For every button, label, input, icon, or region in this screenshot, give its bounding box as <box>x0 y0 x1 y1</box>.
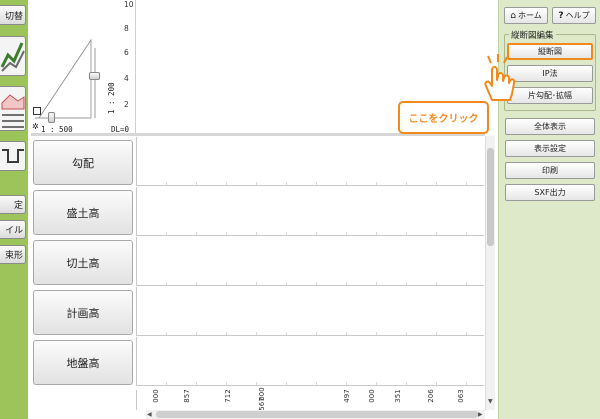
button-label: SXF出力 <box>534 188 566 197</box>
row-button-fill-height[interactable]: 盛土高 <box>33 190 133 235</box>
settings-button-label: 定 <box>13 201 23 211</box>
sxf-export-button[interactable]: SXF出力 <box>505 184 595 201</box>
scroll-left-icon[interactable]: ◀ <box>147 411 152 418</box>
vertical-scrollbar[interactable]: ▼ <box>485 136 495 410</box>
group-title: 縦断図編集 <box>509 29 556 41</box>
help-icon: ? <box>558 10 564 21</box>
cross-section-icon[interactable] <box>0 86 26 131</box>
app-window: 切替 定 イル 束形 ✲ 1: 500 DL=0 1: 200 10 8 6… <box>0 0 600 419</box>
row-button-planned-height[interactable]: 計画高 <box>33 290 133 335</box>
button-label: 縦断図 <box>538 47 562 56</box>
y-tick-label: 4 <box>124 74 129 83</box>
y-tick-label: 2 <box>124 100 129 109</box>
station-label: 712 <box>224 389 232 403</box>
row-button-ground-height[interactable]: 地盤高 <box>33 340 133 385</box>
left-toolbar: 切替 定 イル 束形 <box>0 0 28 419</box>
home-icon: ⌂ <box>510 10 516 21</box>
callout-text: ここをクリック <box>408 114 479 125</box>
vertical-scroll-thumb[interactable] <box>487 148 494 246</box>
row-label: 盛土高 <box>66 206 100 220</box>
display-settings-button[interactable]: 表示設定 <box>505 140 595 157</box>
scroll-right-icon[interactable]: ▶ <box>478 411 483 418</box>
row-button-cut-height[interactable]: 切土高 <box>33 240 133 285</box>
home-button[interactable]: ⌂ ホーム <box>504 7 548 24</box>
scroll-down-icon[interactable]: ▼ <box>488 398 493 405</box>
row-button-gradient[interactable]: 勾配 <box>33 140 133 185</box>
row-cell-ground-height <box>136 337 484 386</box>
click-here-callout: ここをクリック <box>398 101 489 134</box>
row-cell-cut-height <box>136 237 484 286</box>
y-tick-label: 8 <box>124 24 129 33</box>
switch-button[interactable]: 切替 <box>0 5 26 25</box>
station-label: 351 <box>394 389 402 403</box>
station-label: 063 <box>457 389 465 403</box>
y-tick-label: 6 <box>124 48 129 57</box>
fit-icon[interactable] <box>33 107 41 115</box>
station-label: 857 <box>183 389 191 403</box>
horizontal-scale-slider[interactable] <box>48 112 55 123</box>
station-label: 000 <box>368 389 376 403</box>
file-button[interactable]: イル <box>0 220 26 239</box>
superelevation-widening-button[interactable]: 片勾配･拡幅 <box>507 87 593 104</box>
profile-drawing-button[interactable]: 縦断図 <box>507 43 593 60</box>
row-label: 計画高 <box>66 306 100 320</box>
settings-button[interactable]: 定 <box>0 195 26 214</box>
button-label: 印刷 <box>542 166 558 175</box>
vertical-scale-slider[interactable] <box>89 72 100 80</box>
row-label: 勾配 <box>72 156 94 170</box>
show-all-button[interactable]: 全体表示 <box>505 118 595 135</box>
help-button[interactable]: ? ヘルプ <box>552 7 596 24</box>
help-button-label: ヘルプ <box>565 11 590 20</box>
profile-chart-icon[interactable] <box>0 36 26 76</box>
row-label: 地盤高 <box>66 356 100 370</box>
pointing-hand-icon <box>484 54 516 101</box>
switch-button-label: 切替 <box>4 11 23 22</box>
y-tick-label: 10 <box>124 0 134 9</box>
row-label: 切土高 <box>66 256 100 270</box>
gear-icon[interactable]: ✲ <box>32 122 39 131</box>
bundle-shape-button[interactable]: 束形 <box>0 245 26 264</box>
vertical-scale-label: 1 : 200 <box>107 82 116 114</box>
home-button-label: ホーム <box>517 11 542 20</box>
row-cell-gradient <box>136 137 484 186</box>
button-label: 片勾配･拡幅 <box>528 91 572 100</box>
bundle-shape-button-label: 束形 <box>4 251 23 261</box>
scale-preview: ✲ 1 : 500 DL=0 1 : 200 <box>31 0 135 135</box>
horizontal-scrollbar[interactable]: ◀ ▶ <box>146 410 485 419</box>
row-cell-planned-height <box>136 287 484 336</box>
button-label: 全体表示 <box>534 122 566 131</box>
horizontal-scroll-thumb[interactable] <box>156 411 478 418</box>
row-cell-fill-height <box>136 187 484 236</box>
station-label: 206 <box>427 389 435 403</box>
structure-icon[interactable] <box>0 141 26 171</box>
station-axis: 000 857 712 000 567 497 000 351 206 063 <box>136 387 484 411</box>
file-button-label: イル <box>4 226 23 236</box>
station-label: 000 <box>152 389 160 403</box>
button-label: IP法 <box>542 69 558 78</box>
station-label: 497 <box>343 389 351 403</box>
print-button[interactable]: 印刷 <box>505 162 595 179</box>
ip-method-button[interactable]: IP法 <box>507 65 593 82</box>
button-label: 表示設定 <box>534 144 566 153</box>
